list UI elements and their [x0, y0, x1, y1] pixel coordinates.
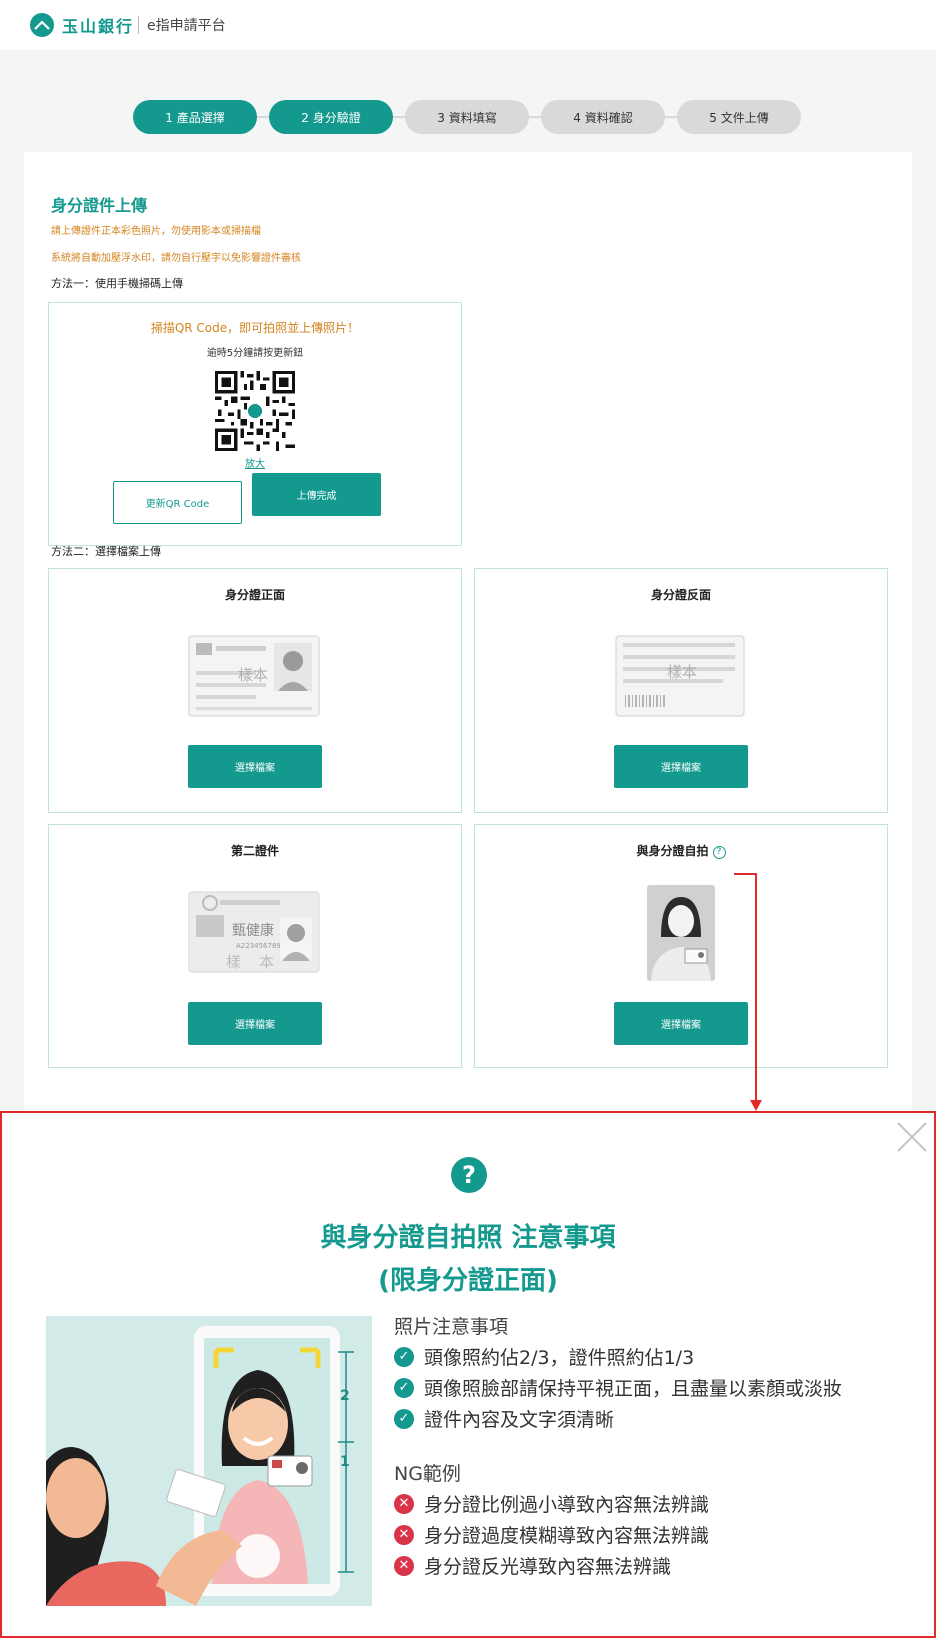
tip-text: 頭像照臉部請保持平視正面，且盡量以素顏或淡妝	[424, 1378, 843, 1400]
refresh-qr-button[interactable]: 更新QR Code	[113, 481, 242, 524]
x-circle-icon: ✕	[394, 1493, 414, 1514]
upload-note-color-photo: 請上傳證件正本彩色照片，勿使用影本或掃描檔	[51, 226, 261, 237]
selfie-guide-illustration: 2 1	[46, 1316, 372, 1606]
upload-second-id: 第二證件 甄健康 A223456789 樣本 選擇檔案	[48, 824, 462, 1068]
face-ratio-label: 2	[340, 1388, 350, 1404]
check-circle-icon: ✓	[394, 1377, 414, 1398]
tip-item: ✓ 頭像照約佔2/3，證件照約佔1/3	[394, 1343, 694, 1370]
platform-name: e指申請平台	[147, 18, 226, 34]
upload-second-id-title: 第二證件	[230, 844, 279, 858]
progress-stepper: 1 產品選擇 2 身分驗證 3 資料填寫 4 資料確認 5 文件上傳	[133, 100, 801, 134]
qr-upload-box: 掃描QR Code，即可拍照並上傳照片！ 逾時5分鐘請按更新鈕 放大 更新QR …	[48, 302, 462, 546]
second-id-sample-name: 甄健康	[232, 922, 274, 939]
upload-id-front-title: 身分證正面	[224, 588, 285, 602]
id-back-watermark: 樣本	[667, 663, 697, 681]
selfie-sample-image	[647, 885, 715, 981]
section-title: 身分證件上傳	[51, 196, 148, 215]
ng-item: ✕ 身分證比例過小導致內容無法辨識	[394, 1490, 709, 1517]
upload-id-back-title: 身分證反面	[650, 588, 711, 602]
id-back-sample-image: 樣本	[615, 635, 745, 717]
help-question-icon[interactable]: ?	[712, 846, 726, 859]
qr-subline: 逾時5分鐘請按更新鈕	[206, 348, 304, 359]
x-circle-icon: ✕	[394, 1555, 414, 1576]
tip-item: ✓ 頭像照臉部請保持平視正面，且盡量以素顏或淡妝	[394, 1374, 842, 1401]
step-document-upload: 5 文件上傳	[677, 100, 801, 134]
close-icon[interactable]	[894, 1119, 930, 1155]
upload-card: 身分證件上傳 請上傳證件正本彩色照片，勿使用影本或掃描檔 系統將自動加壓浮水印，…	[24, 152, 912, 1112]
ng-item: ✕ 身分證反光導致內容無法辨識	[394, 1552, 671, 1579]
ng-item: ✕ 身分證過度模糊導致內容無法辨識	[394, 1521, 709, 1548]
annotation-arrow	[734, 873, 762, 1111]
selfie-guidance-modal: ? 與身分證自拍照 注意事項 (限身分證正面) 2 1 照片注意事項 ✓ 頭像照約…	[0, 1111, 936, 1638]
id-front-choose-file-button[interactable]: 選擇檔案	[188, 745, 322, 788]
id-back-choose-file-button[interactable]: 選擇檔案	[614, 745, 748, 788]
upload-note-watermark: 系統將自動加壓浮水印，請勿自行壓字以免影響證件審核	[51, 253, 301, 264]
top-bar: 玉山銀行 e指申請平台	[0, 0, 936, 50]
step-fill-information: 3 資料填寫	[405, 100, 529, 134]
qr-headline: 掃描QR Code，即可拍照並上傳照片！	[150, 321, 360, 335]
selfie-choose-file-button[interactable]: 選擇檔案	[614, 1002, 748, 1045]
second-id-watermark: 樣本	[226, 953, 292, 971]
id-front-watermark: 樣本	[238, 666, 268, 684]
qr-zoom-link[interactable]: 放大	[49, 455, 461, 470]
x-circle-icon: ✕	[394, 1524, 414, 1545]
ng-text: 身分證過度模糊導致內容無法辨識	[424, 1525, 710, 1547]
logo-divider	[138, 16, 140, 34]
step-product-selection: 1 產品選擇	[133, 100, 257, 134]
qr-code-image	[215, 371, 295, 451]
second-id-sample-number: A223456789	[236, 942, 281, 950]
step-identity-verification: 2 身分驗證	[269, 100, 393, 134]
bank-name: 玉山銀行	[62, 17, 135, 36]
ng-heading: NG範例	[394, 1463, 461, 1485]
second-id-choose-file-button[interactable]: 選擇檔案	[188, 1002, 322, 1045]
id-front-sample-image: 樣本	[188, 635, 320, 717]
tip-text: 證件內容及文字須清晰	[424, 1409, 615, 1431]
upload-selfie-title-text: 與身分證自拍	[636, 844, 709, 858]
modal-title: 與身分證自拍照 注意事項	[320, 1223, 616, 1253]
second-id-sample-image: 甄健康 A223456789 樣本	[188, 891, 320, 973]
tips-heading: 照片注意事項	[394, 1316, 509, 1338]
check-circle-icon: ✓	[394, 1408, 414, 1429]
upload-id-front: 身分證正面 樣本 選擇檔案	[48, 568, 462, 813]
tip-text: 頭像照約佔2/3，證件照約佔1/3	[424, 1347, 695, 1369]
question-icon: ?	[451, 1157, 487, 1193]
upload-done-button[interactable]: 上傳完成	[252, 473, 381, 516]
method-1-label: 方法一：使用手機掃碼上傳	[51, 277, 183, 290]
tip-item: ✓ 證件內容及文字須清晰	[394, 1405, 614, 1432]
ng-text: 身分證反光導致內容無法辨識	[424, 1556, 672, 1578]
method-2-label: 方法二：選擇檔案上傳	[51, 545, 161, 558]
check-circle-icon: ✓	[394, 1346, 414, 1367]
card-ratio-label: 1	[340, 1454, 350, 1470]
upload-selfie-title: 與身分證自拍?	[475, 842, 887, 859]
modal-subtitle: (限身分證正面)	[378, 1266, 558, 1296]
upload-selfie-with-id: 與身分證自拍? 選擇檔案	[474, 824, 888, 1068]
step-confirm-information: 4 資料確認	[541, 100, 665, 134]
upload-id-back: 身分證反面 樣本 選擇檔案	[474, 568, 888, 813]
ng-text: 身分證比例過小導致內容無法辨識	[424, 1494, 710, 1516]
bank-logo-icon	[30, 13, 54, 37]
